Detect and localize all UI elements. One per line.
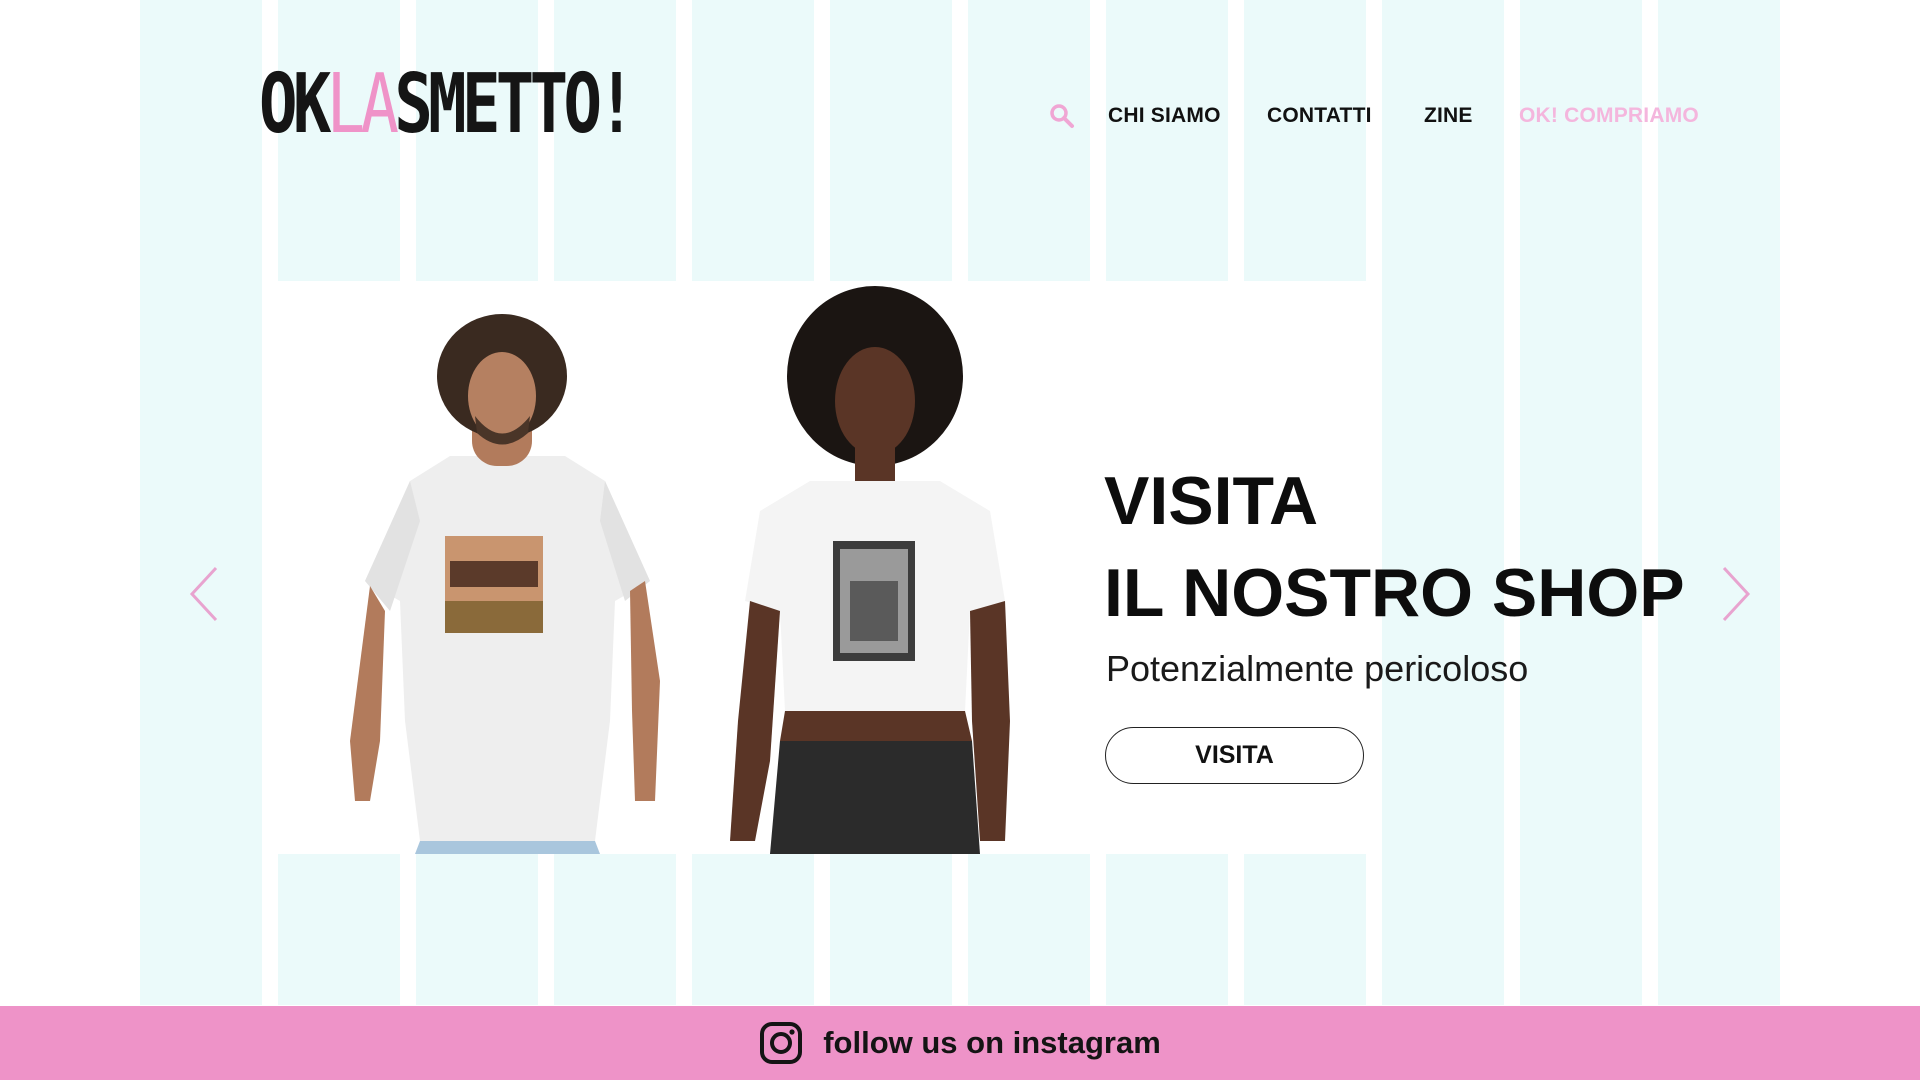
- hero-title-line2: IL NOSTRO SHOP: [1104, 555, 1685, 631]
- nav-zine[interactable]: ZINE: [1424, 102, 1473, 130]
- hero-subtitle: Potenzialmente pericoloso: [1106, 648, 1529, 689]
- logo-text-ok: OK: [259, 57, 331, 152]
- instagram-footer-bar[interactable]: follow us on instagram: [0, 1006, 1920, 1080]
- hero-models-photo: [350, 286, 1010, 854]
- instagram-icon[interactable]: [759, 1021, 803, 1065]
- chevron-left-icon[interactable]: [186, 564, 222, 624]
- nav-ok-compriamo[interactable]: OK! COMPRIAMO: [1519, 102, 1699, 130]
- hero-title: VISITA IL NOSTRO SHOP: [1104, 455, 1685, 639]
- nav-contatti[interactable]: CONTATTI: [1267, 102, 1372, 130]
- visita-button[interactable]: VISITA: [1105, 727, 1364, 784]
- nav-chi-siamo[interactable]: CHI SIAMO: [1108, 102, 1221, 130]
- instagram-follow-link[interactable]: follow us on instagram: [823, 1025, 1161, 1061]
- hero-title-line1: VISITA: [1104, 463, 1319, 539]
- chevron-right-icon[interactable]: [1718, 564, 1754, 624]
- visita-button-label: VISITA: [1195, 741, 1274, 769]
- logo-text-smetto: SMETTO!: [394, 57, 635, 152]
- logo-text-la: LA: [326, 57, 399, 152]
- grid-column: [140, 0, 262, 1005]
- search-icon[interactable]: [1048, 102, 1076, 130]
- site-logo[interactable]: OKLASMETTO!: [259, 57, 636, 152]
